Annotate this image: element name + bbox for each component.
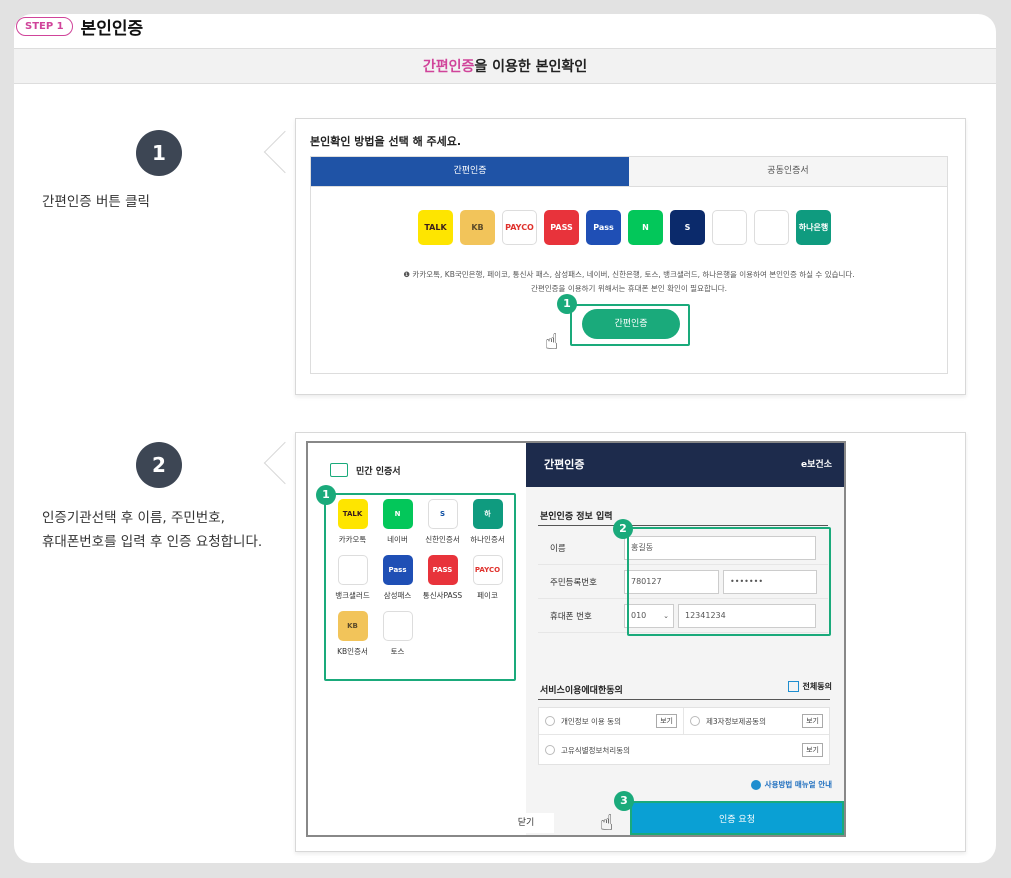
unique-id-radio[interactable] xyxy=(545,745,555,755)
step-2-desc-line-2: 휴대폰번호를 입력 후 인증 요청합니다. xyxy=(42,534,263,550)
agree-all-label: 전체동의 xyxy=(802,682,832,691)
toss-icon[interactable] xyxy=(712,210,747,245)
banner-highlight: 간편인증 xyxy=(422,59,475,75)
step-badge: STEP 1 xyxy=(16,17,73,36)
panel-step-2: 민간 인증서 TALK 카카오톡 N 네이버 S 신한인증서 하 하나인증서 뱅크샐러드 Pass… xyxy=(295,432,966,852)
agree-item-unique-id[interactable]: 고유식별정보처리동의 보기 xyxy=(539,735,829,765)
private-cert-title: 민간 인증서 xyxy=(356,466,401,477)
step-header: STEP 1 본인인증 xyxy=(16,14,143,39)
pointer-hand-icon-2: ☝ xyxy=(600,811,614,836)
callout-number-request: 3 xyxy=(614,791,634,811)
simple-auth-button[interactable]: 간편인증 xyxy=(582,309,680,339)
privacy-view-button[interactable]: 보기 xyxy=(656,714,677,728)
step-1-description: 간편인증 버튼 클릭 xyxy=(42,194,150,210)
request-auth-button[interactable]: 인증 요청 xyxy=(630,801,844,835)
privacy-label: 개인정보 이용 동의 xyxy=(561,716,621,726)
callout-box-form xyxy=(627,527,831,636)
step-number-1: 1 xyxy=(136,130,182,176)
provider-notice: ❶ 카카오톡, KB국민은행, 페이코, 통신사 패스, 삼성패스, 네이버, … xyxy=(403,270,855,279)
popup-title: 간편인증 xyxy=(544,458,585,471)
callout-number-apps: 1 xyxy=(316,485,336,505)
step-2-description: 인증기관선택 후 이름, 주민번호, 휴대폰번호를 입력 후 인증 요청합니다. xyxy=(42,506,262,554)
kakao-icon[interactable]: TALK xyxy=(418,210,453,245)
popup-header: 간편인증 e보건소 xyxy=(526,443,844,487)
samsung-pass-icon[interactable]: Pass xyxy=(586,210,621,245)
banner-text: 을 이용한 본인확인 xyxy=(474,59,588,75)
panel-1-title: 본인확인 방법을 선택 해 주세요. xyxy=(310,135,462,148)
form-title: 본인인증 정보 입력 xyxy=(540,512,613,522)
third-party-label: 제3자정보제공동의 xyxy=(706,716,766,726)
rrn-label: 주민등록번호 xyxy=(550,577,597,588)
unique-id-view-button[interactable]: 보기 xyxy=(802,743,823,757)
auth-form-panel: 간편인증 e보건소 본인인증 정보 입력 이름 홍길동 주민등록번호 78012… xyxy=(526,443,844,836)
name-label: 이름 xyxy=(550,543,566,554)
pass-icon[interactable]: PASS xyxy=(544,210,579,245)
banksalad-icon[interactable] xyxy=(754,210,789,245)
agree-item-privacy[interactable]: 개인정보 이용 동의 보기 xyxy=(539,708,684,734)
phone-notice: 간편인증을 이용하기 위해서는 휴대폰 본인 확인이 필요합니다. xyxy=(530,284,728,293)
third-party-radio[interactable] xyxy=(690,716,700,726)
agree-list: 개인정보 이용 동의 보기 제3자정보제공동의 보기 고유식별정보처리동의 보기 xyxy=(538,707,830,765)
agree-divider xyxy=(538,699,830,700)
close-button[interactable]: 닫기 xyxy=(498,813,554,833)
agree-all-checkbox[interactable] xyxy=(787,681,799,692)
shinhan-icon[interactable]: S xyxy=(670,210,705,245)
private-cert-header: 민간 인증서 xyxy=(330,463,401,477)
privacy-radio[interactable] xyxy=(545,716,555,726)
provider-icons: TALK KB PAYCO PASS Pass N S 하나은행 xyxy=(418,210,831,245)
unique-id-label: 고유식별정보처리동의 xyxy=(561,745,630,755)
certificate-icon xyxy=(330,463,348,477)
agree-all[interactable]: 전체동의 xyxy=(787,681,832,692)
hana-icon[interactable]: 하나은행 xyxy=(796,210,831,245)
payco-icon[interactable]: PAYCO xyxy=(502,210,537,245)
auth-popup-screenshot: 민간 인증서 TALK 카카오톡 N 네이버 S 신한인증서 하 하나인증서 뱅크샐러드 Pass… xyxy=(306,441,846,837)
agree-title: 서비스이용에대한동의 xyxy=(540,686,623,696)
step-title: 본인인증 xyxy=(80,19,144,39)
naver-icon[interactable]: N xyxy=(628,210,663,245)
manual-link[interactable]: 사용방법 매뉴얼 안내 xyxy=(750,779,832,790)
callout-number-1: 1 xyxy=(557,294,577,314)
panel-step-1: 본인확인 방법을 선택 해 주세요. 간편인증 공동인증서 TALK KB PAYC… xyxy=(295,118,966,395)
private-cert-list: 민간 인증서 TALK 카카오톡 N 네이버 S 신한인증서 하 하나인증서 뱅크샐러드 Pass… xyxy=(308,443,526,799)
agree-item-third-party[interactable]: 제3자정보제공동의 보기 xyxy=(684,708,829,734)
step-number-2: 2 xyxy=(136,442,182,488)
user-icon xyxy=(750,779,761,790)
e-health-logo: e보건소 xyxy=(801,460,832,470)
agree-row-1: 개인정보 이용 동의 보기 제3자정보제공동의 보기 xyxy=(539,708,829,735)
phone-label: 휴대폰 번호 xyxy=(550,611,592,622)
third-party-view-button[interactable]: 보기 xyxy=(802,714,823,728)
step-2-desc-line-1: 인증기관선택 후 이름, 주민번호, xyxy=(42,510,225,526)
pointer-hand-icon: ☝ xyxy=(545,330,559,355)
tab-joint-cert[interactable]: 공동인증서 xyxy=(629,157,947,186)
auth-tabs: 간편인증 공동인증서 xyxy=(310,156,948,187)
simple-auth-box: TALK KB PAYCO PASS Pass N S 하나은행 ❶ 카카오톡, KB국민은행… xyxy=(310,187,948,374)
kb-icon[interactable]: KB xyxy=(460,210,495,245)
method-banner: 간편인증을 이용한 본인확인 xyxy=(14,48,996,84)
manual-link-label: 사용방법 매뉴얼 안내 xyxy=(764,780,832,789)
form-divider xyxy=(538,525,828,526)
callout-box-apps xyxy=(324,493,516,681)
tab-simple-auth[interactable]: 간편인증 xyxy=(311,157,629,186)
callout-number-form: 2 xyxy=(613,519,633,539)
